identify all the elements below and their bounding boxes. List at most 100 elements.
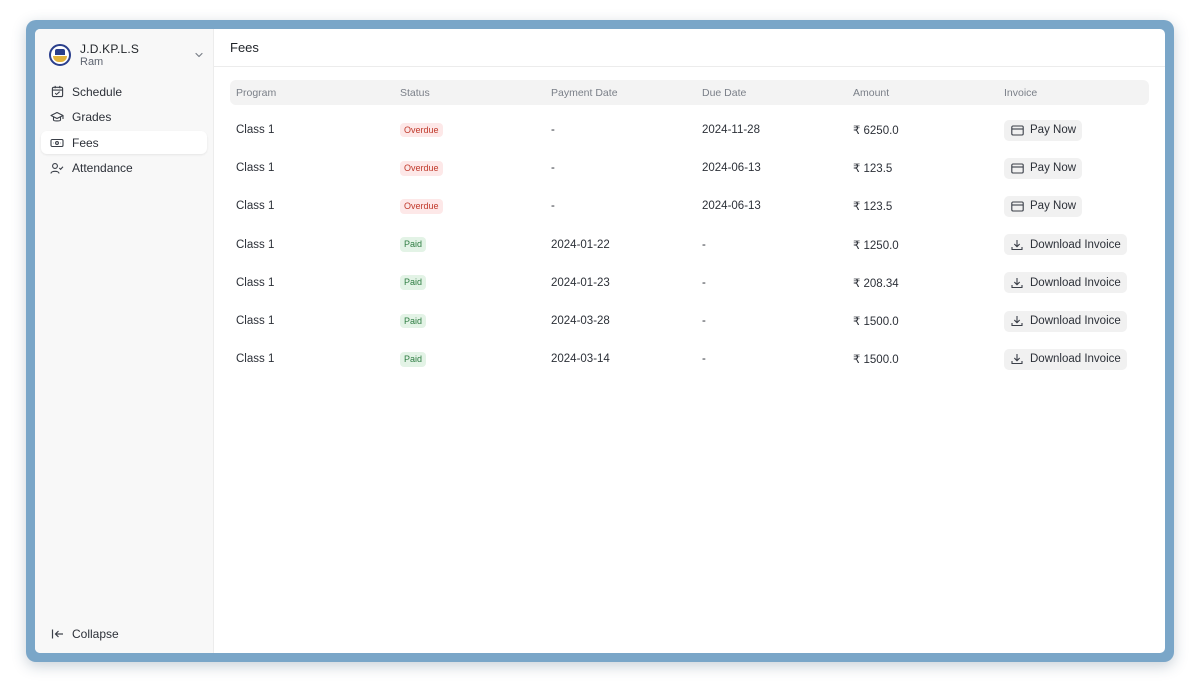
button-label: Pay Now (1030, 124, 1077, 137)
status-badge: Overdue (400, 160, 443, 176)
collapse-label: Collapse (72, 627, 119, 641)
invoice-cell: Download Invoice (998, 272, 1149, 294)
pay-now-button[interactable]: Pay Now (1004, 195, 1083, 217)
program-cell: Class 1 (236, 353, 275, 366)
table-row: Class 1 Overdue - 2024-06-13 ₹ 123.5 Pay… (230, 149, 1149, 187)
sidebar-item-label: Grades (72, 110, 112, 124)
status-cell: Paid (394, 237, 545, 253)
banknote-icon (50, 136, 64, 150)
main-content: Fees Program Status Payment Date Due Dat… (214, 29, 1165, 653)
download-invoice-button[interactable]: Download Invoice (1004, 310, 1127, 332)
payment-date-cell: - (551, 200, 555, 213)
user-name: Ram (80, 55, 104, 68)
sidebar-item-label: Schedule (72, 84, 123, 99)
amount-cell: ₹ 208.34 (853, 277, 899, 290)
amount-cell: ₹ 1250.0 (853, 239, 899, 252)
sidebar-item-fees[interactable]: Fees (41, 131, 207, 154)
button-label: Download Invoice (1030, 276, 1121, 289)
org-name: J.D.KP.L.S (80, 41, 140, 56)
payment-date-cell: 2024-01-23 (551, 276, 610, 289)
download-icon (1010, 276, 1024, 290)
status-badge: Paid (400, 237, 427, 253)
payment-date-cell: 2024-01-22 (551, 238, 610, 251)
invoice-cell: Pay Now (998, 195, 1149, 217)
sidebar: J.D.KP.L.S Ram Schedule Grades Fees Atte… (35, 29, 214, 653)
column-header-program: Program (236, 86, 277, 99)
program-cell: Class 1 (236, 162, 275, 175)
table-row: Class 1 Overdue - 2024-11-28 ₹ 6250.0 Pa… (230, 111, 1149, 149)
download-invoice-button[interactable]: Download Invoice (1004, 348, 1127, 370)
status-cell: Overdue (394, 160, 545, 176)
pay-now-button[interactable]: Pay Now (1004, 119, 1083, 141)
download-icon (1010, 238, 1024, 252)
download-invoice-button[interactable]: Download Invoice (1004, 234, 1127, 256)
chevron-down-icon (193, 49, 205, 61)
button-label: Pay Now (1030, 162, 1077, 175)
due-date-cell: - (702, 238, 706, 251)
sidebar-item-attendance[interactable]: Attendance (41, 157, 207, 180)
credit-card-icon (1010, 161, 1024, 175)
amount-cell: ₹ 123.5 (853, 163, 893, 176)
payment-date-cell: 2024-03-28 (551, 315, 610, 328)
collapse-button[interactable]: Collapse (41, 623, 207, 645)
credit-card-icon (1010, 199, 1024, 213)
column-header-due-date: Due Date (702, 86, 747, 99)
status-badge: Paid (400, 313, 427, 329)
status-cell: Paid (394, 351, 545, 367)
program-cell: Class 1 (236, 276, 275, 289)
sidebar-item-label: Fees (72, 135, 99, 150)
column-header-payment-date: Payment Date (551, 86, 618, 99)
sidebar-nav: Schedule Grades Fees Attendance (41, 80, 207, 182)
calendar-icon (50, 85, 64, 99)
column-header-invoice: Invoice (1004, 86, 1038, 99)
table-row: Class 1 Paid 2024-01-23 - ₹ 208.34 Downl… (230, 264, 1149, 302)
status-badge: Paid (400, 275, 427, 291)
program-cell: Class 1 (236, 124, 275, 137)
download-icon (1010, 314, 1024, 328)
column-header-amount: Amount (853, 86, 890, 99)
brand-text: J.D.KP.L.S Ram (80, 43, 139, 68)
due-date-cell: - (702, 353, 706, 366)
program-cell: Class 1 (236, 315, 275, 328)
status-cell: Paid (394, 275, 545, 291)
program-cell: Class 1 (236, 200, 275, 213)
status-badge: Overdue (400, 199, 443, 214)
table-row: Class 1 Paid 2024-03-28 - ₹ 1500.0 Downl… (230, 302, 1149, 340)
page-title: Fees (230, 40, 259, 55)
amount-cell: ₹ 123.5 (853, 201, 893, 214)
table-body: Class 1 Overdue - 2024-11-28 ₹ 6250.0 Pa… (230, 105, 1149, 378)
invoice-cell: Download Invoice (998, 234, 1149, 256)
invoice-cell: Download Invoice (998, 348, 1149, 370)
sidebar-item-schedule[interactable]: Schedule (41, 80, 207, 103)
org-switcher[interactable]: J.D.KP.L.S Ram (49, 40, 207, 70)
credit-card-icon (1010, 123, 1024, 137)
due-date-cell: 2024-11-28 (702, 124, 760, 137)
due-date-cell: - (702, 276, 706, 289)
button-label: Download Invoice (1030, 315, 1121, 328)
download-invoice-button[interactable]: Download Invoice (1004, 272, 1127, 294)
table-header: Program Status Payment Date Due Date Amo… (230, 80, 1149, 105)
program-cell: Class 1 (236, 238, 275, 251)
payment-date-cell: - (551, 162, 555, 175)
invoice-cell: Pay Now (998, 119, 1149, 141)
status-cell: Overdue (394, 199, 545, 214)
due-date-cell: - (702, 315, 706, 328)
status-cell: Overdue (394, 122, 545, 138)
graduation-cap-icon (50, 110, 64, 124)
sidebar-item-grades[interactable]: Grades (41, 106, 207, 129)
button-label: Download Invoice (1030, 353, 1121, 366)
button-label: Pay Now (1030, 200, 1077, 213)
invoice-cell: Pay Now (998, 157, 1149, 179)
table-row: Class 1 Overdue - 2024-06-13 ₹ 123.5 Pay… (230, 187, 1149, 225)
pay-now-button[interactable]: Pay Now (1004, 157, 1083, 179)
window-frame: J.D.KP.L.S Ram Schedule Grades Fees Atte… (26, 20, 1174, 662)
app-window: J.D.KP.L.S Ram Schedule Grades Fees Atte… (35, 29, 1165, 653)
sidebar-item-label: Attendance (72, 161, 133, 175)
due-date-cell: 2024-06-13 (702, 200, 761, 213)
user-check-icon (50, 161, 64, 175)
due-date-cell: 2024-06-13 (702, 162, 761, 175)
invoice-cell: Download Invoice (998, 310, 1149, 332)
payment-date-cell: 2024-03-14 (551, 353, 610, 366)
amount-cell: ₹ 1500.0 (853, 354, 899, 367)
collapse-arrow-icon (50, 627, 64, 641)
